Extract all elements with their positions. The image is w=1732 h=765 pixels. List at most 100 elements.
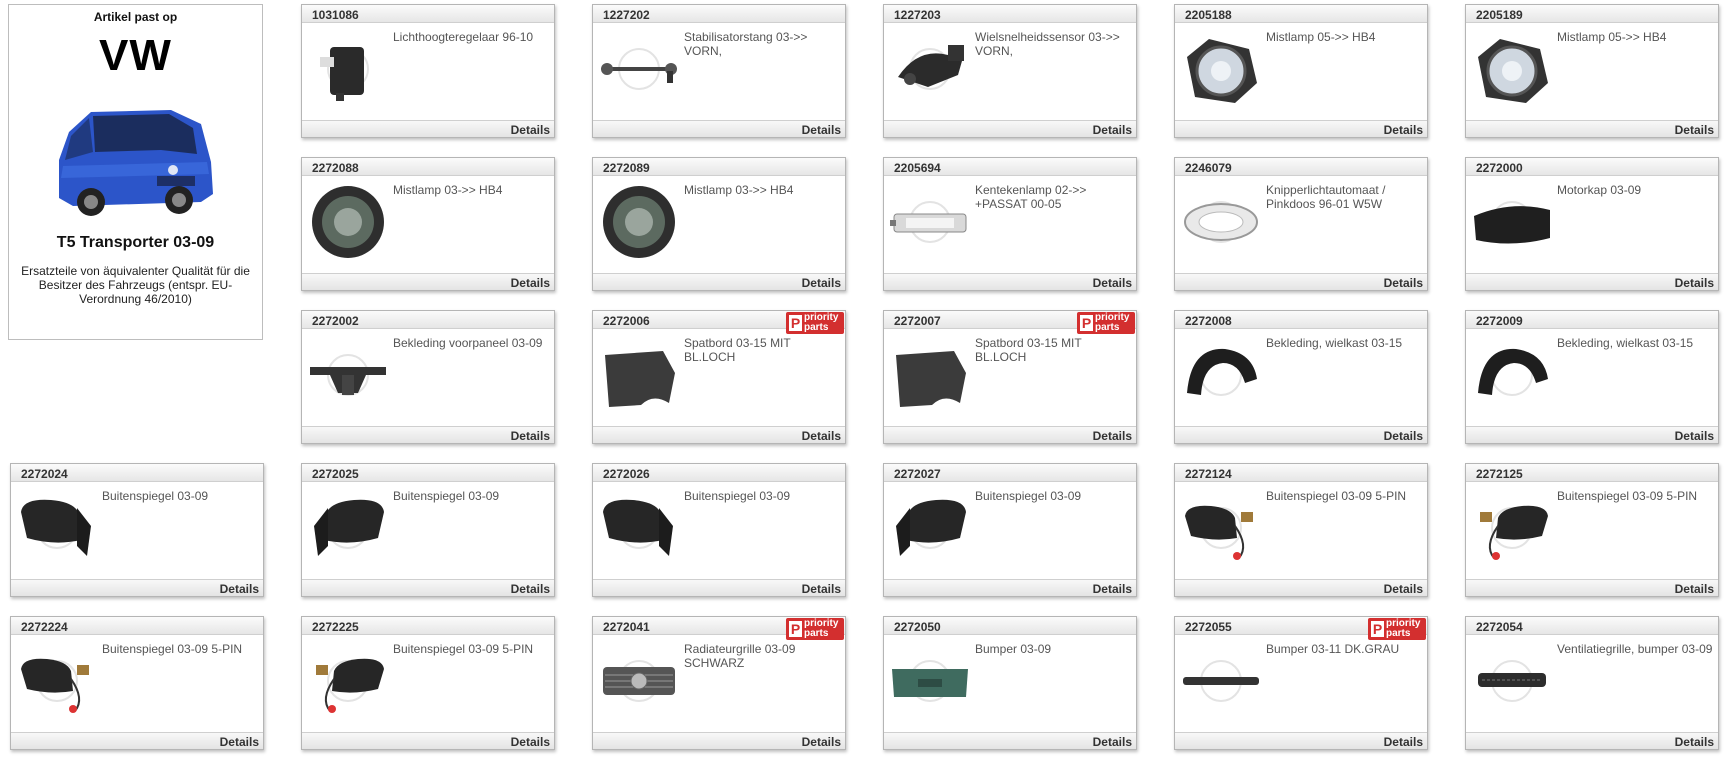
details-link[interactable]: Details bbox=[593, 273, 845, 290]
details-link[interactable]: Details bbox=[884, 579, 1136, 596]
bonnet-icon[interactable] bbox=[1470, 180, 1554, 264]
product-card[interactable]: 2272050 Bumper 03-09 Details bbox=[883, 616, 1137, 750]
product-card[interactable]: 2272041 Ppriority parts Radiateurgrille 03-… bbox=[592, 616, 846, 750]
stabilizer-link-icon[interactable] bbox=[597, 27, 681, 111]
product-title[interactable]: Buitenspiegel 03-09 5-PIN bbox=[1557, 489, 1715, 503]
details-link[interactable]: Details bbox=[302, 426, 554, 443]
details-link[interactable]: Details bbox=[884, 273, 1136, 290]
product-card[interactable]: 2272008 Bekleding, wielkast 03-15 Details bbox=[1174, 310, 1428, 444]
product-title[interactable]: Buitenspiegel 03-09 5-PIN bbox=[102, 642, 260, 656]
details-link[interactable]: Details bbox=[1175, 732, 1427, 749]
product-title[interactable]: Mistlamp 03->> HB4 bbox=[684, 183, 842, 197]
product-title[interactable]: Buitenspiegel 03-09 bbox=[975, 489, 1133, 503]
mirror-wired-right-icon[interactable] bbox=[1470, 486, 1554, 570]
details-link[interactable]: Details bbox=[11, 732, 263, 749]
headlight-level-actuator-icon[interactable] bbox=[306, 27, 390, 111]
product-card[interactable]: 2272089 Mistlamp 03->> HB4 Details bbox=[592, 157, 846, 291]
product-title[interactable]: Buitenspiegel 03-09 bbox=[102, 489, 260, 503]
details-link[interactable]: Details bbox=[1175, 579, 1427, 596]
details-link[interactable]: Details bbox=[1175, 120, 1427, 137]
details-link[interactable]: Details bbox=[593, 732, 845, 749]
details-link[interactable]: Details bbox=[1466, 273, 1718, 290]
fog-lamp-icon[interactable] bbox=[1470, 27, 1554, 111]
product-card[interactable]: 1227203 Wielsnelheidssensor 03->> VORN, De… bbox=[883, 4, 1137, 138]
product-card[interactable]: 2272054 Ventilatiegrille, bumper 03-09 Det… bbox=[1465, 616, 1719, 750]
product-title[interactable]: Mistlamp 05->> HB4 bbox=[1266, 30, 1424, 44]
side-indicator-icon[interactable] bbox=[1179, 180, 1263, 264]
product-title[interactable]: Buitenspiegel 03-09 5-PIN bbox=[393, 642, 551, 656]
vent-grille-icon[interactable] bbox=[1470, 639, 1554, 723]
product-title[interactable]: Bekleding, wielkast 03-15 bbox=[1266, 336, 1424, 350]
fender-icon[interactable] bbox=[888, 333, 972, 417]
details-link[interactable]: Details bbox=[884, 120, 1136, 137]
product-title[interactable]: Radiateurgrille 03-09 SCHWARZ bbox=[684, 642, 842, 670]
product-card[interactable]: 2272025 Buitenspiegel 03-09 Details bbox=[301, 463, 555, 597]
product-title[interactable]: Bumper 03-11 DK.GRAU bbox=[1266, 642, 1424, 656]
product-title[interactable]: Lichthoogteregelaar 96-10 bbox=[393, 30, 551, 44]
product-title[interactable]: Ventilatiegrille, bumper 03-09 bbox=[1557, 642, 1715, 656]
product-card[interactable]: 1227202 Stabilisatorstang 03->> VORN, Deta… bbox=[592, 4, 846, 138]
details-link[interactable]: Details bbox=[302, 273, 554, 290]
details-link[interactable]: Details bbox=[1466, 120, 1718, 137]
mirror-right-icon[interactable] bbox=[306, 486, 390, 570]
product-card[interactable]: 2272088 Mistlamp 03->> HB4 Details bbox=[301, 157, 555, 291]
product-title[interactable]: Bumper 03-09 bbox=[975, 642, 1133, 656]
product-title[interactable]: Stabilisatorstang 03->> VORN, bbox=[684, 30, 842, 58]
details-link[interactable]: Details bbox=[302, 120, 554, 137]
fender-icon[interactable] bbox=[597, 333, 681, 417]
bumper-strip-icon[interactable] bbox=[1179, 639, 1263, 723]
details-link[interactable]: Details bbox=[884, 732, 1136, 749]
product-title[interactable]: Knipperlichtautomaat / Pinkdoos 96-01 W5… bbox=[1266, 183, 1424, 211]
details-link[interactable]: Details bbox=[11, 579, 263, 596]
details-link[interactable]: Details bbox=[884, 426, 1136, 443]
product-title[interactable]: Buitenspiegel 03-09 5-PIN bbox=[1266, 489, 1424, 503]
product-card[interactable]: 2272224 Buitenspiegel 03-09 5-PIN Details bbox=[10, 616, 264, 750]
product-title[interactable]: Spatbord 03-15 MIT BL.LOCH bbox=[684, 336, 842, 364]
product-card[interactable]: 2272125 Buitenspiegel 03-09 5-PIN Details bbox=[1465, 463, 1719, 597]
product-title[interactable]: Bekleding voorpaneel 03-09 bbox=[393, 336, 551, 350]
product-title[interactable]: Mistlamp 03->> HB4 bbox=[393, 183, 551, 197]
details-link[interactable]: Details bbox=[593, 579, 845, 596]
product-card[interactable]: 1031086 Lichthoogteregelaar 96-10 Details bbox=[301, 4, 555, 138]
wheel-arch-liner-icon[interactable] bbox=[1179, 333, 1263, 417]
details-link[interactable]: Details bbox=[302, 579, 554, 596]
product-card[interactable]: 2272024 Buitenspiegel 03-09 Details bbox=[10, 463, 264, 597]
details-link[interactable]: Details bbox=[302, 732, 554, 749]
product-card[interactable]: 2272027 Buitenspiegel 03-09 Details bbox=[883, 463, 1137, 597]
details-link[interactable]: Details bbox=[1466, 732, 1718, 749]
product-card[interactable]: 2205189 Mistlamp 05->> HB4 Details bbox=[1465, 4, 1719, 138]
product-card[interactable]: 2205694 Kentekenlamp 02->> +PASSAT 00-05 D… bbox=[883, 157, 1137, 291]
radiator-grille-icon[interactable] bbox=[597, 639, 681, 723]
mirror-wired-left-icon[interactable] bbox=[1179, 486, 1263, 570]
mirror-wired-left-icon[interactable] bbox=[15, 639, 99, 723]
bumper-front-icon[interactable] bbox=[888, 639, 972, 723]
wheel-speed-sensor-icon[interactable] bbox=[888, 27, 972, 111]
product-title[interactable]: Buitenspiegel 03-09 bbox=[684, 489, 842, 503]
details-link[interactable]: Details bbox=[593, 120, 845, 137]
product-title[interactable]: Kentekenlamp 02->> +PASSAT 00-05 bbox=[975, 183, 1133, 211]
wheel-arch-liner-icon[interactable] bbox=[1470, 333, 1554, 417]
fog-lamp-icon[interactable] bbox=[1179, 27, 1263, 111]
product-card[interactable]: 2272124 Buitenspiegel 03-09 5-PIN Details bbox=[1174, 463, 1428, 597]
product-card[interactable]: 2272055 Ppriority parts Bumper 03-11 DK.GRA… bbox=[1174, 616, 1428, 750]
product-title[interactable]: Spatbord 03-15 MIT BL.LOCH bbox=[975, 336, 1133, 364]
mirror-wired-right-icon[interactable] bbox=[306, 639, 390, 723]
details-link[interactable]: Details bbox=[593, 426, 845, 443]
product-title[interactable]: Mistlamp 05->> HB4 bbox=[1557, 30, 1715, 44]
product-card[interactable]: 2272006 Ppriority parts Spatbord 03-15 MIT … bbox=[592, 310, 846, 444]
product-card[interactable]: 2272000 Motorkap 03-09 Details bbox=[1465, 157, 1719, 291]
product-card[interactable]: 2272225 Buitenspiegel 03-09 5-PIN Details bbox=[301, 616, 555, 750]
product-card[interactable]: 2272007 Ppriority parts Spatbord 03-15 MIT … bbox=[883, 310, 1137, 444]
fog-lamp-round-icon[interactable] bbox=[597, 180, 681, 264]
product-card[interactable]: 2272026 Buitenspiegel 03-09 Details bbox=[592, 463, 846, 597]
details-link[interactable]: Details bbox=[1175, 273, 1427, 290]
mirror-left-icon[interactable] bbox=[597, 486, 681, 570]
product-card[interactable]: 2205188 Mistlamp 05->> HB4 Details bbox=[1174, 4, 1428, 138]
license-plate-lamp-icon[interactable] bbox=[888, 180, 972, 264]
product-title[interactable]: Bekleding, wielkast 03-15 bbox=[1557, 336, 1715, 350]
fog-lamp-round-icon[interactable] bbox=[306, 180, 390, 264]
details-link[interactable]: Details bbox=[1466, 426, 1718, 443]
mirror-left-icon[interactable] bbox=[15, 486, 99, 570]
product-card[interactable]: 2272009 Bekleding, wielkast 03-15 Details bbox=[1465, 310, 1719, 444]
product-title[interactable]: Wielsnelheidssensor 03->> VORN, bbox=[975, 30, 1133, 58]
